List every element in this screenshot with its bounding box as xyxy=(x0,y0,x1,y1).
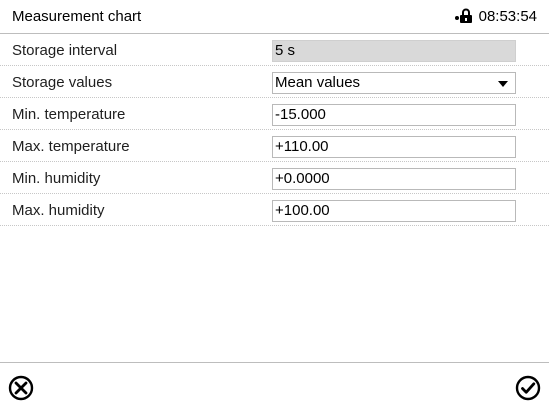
min-humidity-label: Min. humidity xyxy=(12,170,101,187)
setting-row-storage-interval: Storage interval 5 s xyxy=(0,34,549,66)
max-humidity-input[interactable]: +100.00 xyxy=(272,200,516,222)
cancel-button[interactable] xyxy=(8,375,34,401)
min-temperature-label: Min. temperature xyxy=(12,106,126,123)
close-circle-icon xyxy=(8,375,34,401)
check-circle-icon xyxy=(515,375,541,401)
header-status: 08:53:54 xyxy=(453,7,537,25)
max-temperature-label: Max. temperature xyxy=(12,138,130,155)
page-title: Measurement chart xyxy=(12,8,142,25)
storage-interval-value: 5 s xyxy=(272,40,516,62)
min-humidity-input[interactable]: +0.0000 xyxy=(272,168,516,190)
dropdown-arrow-icon xyxy=(498,81,508,87)
header-bar: Measurement chart 08:53:54 xyxy=(0,0,549,34)
storage-values-select[interactable]: Mean values xyxy=(272,72,516,94)
max-temperature-input[interactable]: +110.00 xyxy=(272,136,516,158)
setting-row-min-humidity: Min. humidity +0.0000 xyxy=(0,162,549,194)
min-temperature-input[interactable]: -15.000 xyxy=(272,104,516,126)
clock-time: 08:53:54 xyxy=(478,7,537,25)
storage-interval-label: Storage interval xyxy=(12,42,118,59)
storage-values-selected: Mean values xyxy=(275,74,361,91)
settings-list: Storage interval 5 s Storage values Mean… xyxy=(0,34,549,226)
max-humidity-label: Max. humidity xyxy=(12,202,105,219)
confirm-button[interactable] xyxy=(515,375,541,401)
setting-row-min-temperature: Min. temperature -15.000 xyxy=(0,98,549,130)
lock-icon xyxy=(453,7,475,25)
setting-row-max-humidity: Max. humidity +100.00 xyxy=(0,194,549,226)
setting-row-storage-values: Storage values Mean values xyxy=(0,66,549,98)
setting-row-max-temperature: Max. temperature +110.00 xyxy=(0,130,549,162)
footer-bar xyxy=(0,362,549,412)
measurement-chart-screen: Measurement chart 08:53:54 Storage inter… xyxy=(0,0,549,412)
storage-values-label: Storage values xyxy=(12,74,113,91)
